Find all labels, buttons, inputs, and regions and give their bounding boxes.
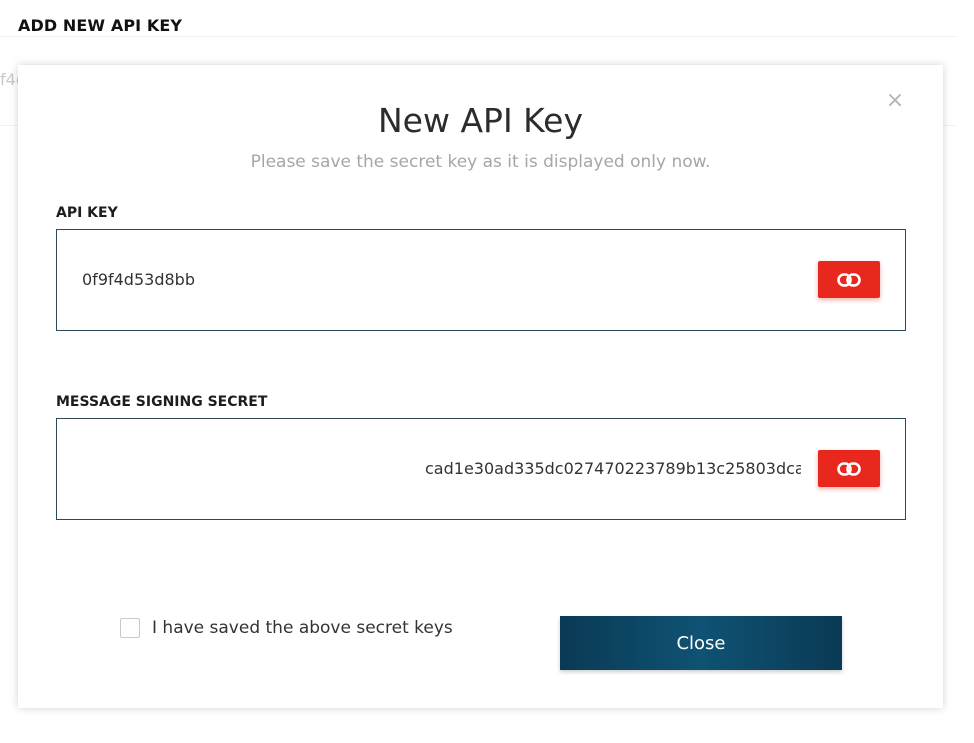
copy-api-key-button[interactable] — [818, 261, 880, 298]
api-key-field: 0f9f4d53d8bb — [56, 229, 906, 331]
saved-keys-checkbox[interactable] — [120, 618, 140, 638]
api-key-label: API KEY — [56, 205, 118, 221]
signing-secret-field: cad1e30ad335dc027470223789b13c25803dca74 — [56, 418, 906, 520]
page: ADD NEW API KEY f4c × New API Key Please… — [0, 0, 974, 743]
page-title: ADD NEW API KEY — [18, 16, 183, 35]
link-icon — [837, 272, 861, 287]
copy-signing-secret-button[interactable] — [818, 450, 880, 487]
modal-title: New API Key — [378, 101, 583, 140]
close-button[interactable]: Close — [560, 616, 842, 670]
signing-secret-value: cad1e30ad335dc027470223789b13c25803dca74 — [425, 459, 801, 478]
link-icon — [837, 461, 861, 476]
new-api-key-modal: × New API Key Please save the secret key… — [18, 65, 943, 708]
signing-secret-label: MESSAGE SIGNING SECRET — [56, 394, 268, 410]
api-key-value: 0f9f4d53d8bb — [82, 270, 195, 289]
saved-keys-label[interactable]: I have saved the above secret keys — [152, 618, 453, 638]
modal-subtitle: Please save the secret key as it is disp… — [250, 152, 711, 172]
confirm-row: I have saved the above secret keys — [120, 618, 453, 638]
